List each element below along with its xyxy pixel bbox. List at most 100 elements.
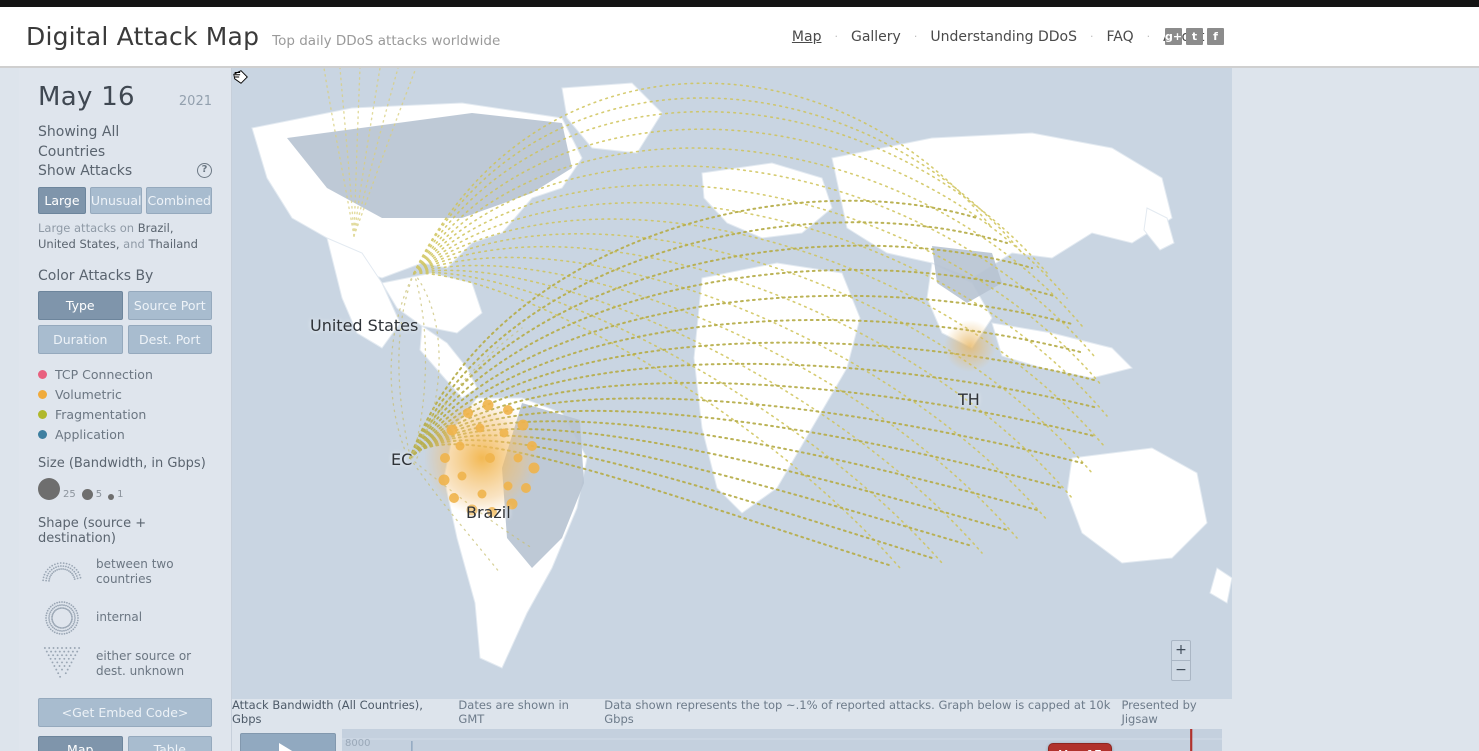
shape-legend-label: between two countries xyxy=(96,556,174,586)
nav-item-faq[interactable]: FAQ xyxy=(1093,29,1146,45)
note-middle: and xyxy=(119,237,149,252)
caption-gmt: Dates are shown in GMT xyxy=(458,698,569,726)
legend-color-swatch xyxy=(38,429,47,439)
view-mode-map[interactable]: Map xyxy=(38,735,123,751)
caption-metric: Attack Bandwidth (All Countries), Gbps xyxy=(232,698,423,726)
shape-legend-row: between two countries xyxy=(38,552,212,592)
shape-legend-row: internal xyxy=(38,598,212,638)
showing-countries-text: Showing All Countries xyxy=(38,122,212,163)
top-black-strip xyxy=(0,0,1479,7)
color-attacks-title: Color Attacks By xyxy=(38,267,154,284)
legend-item-fragmentation: Fragmentation xyxy=(38,407,212,422)
view-mode-group: Map Table xyxy=(38,735,212,751)
funnel-unknown-icon xyxy=(38,644,86,684)
size-bubble xyxy=(108,493,115,500)
timeline-date-tooltip: May 17 2021 xyxy=(1048,743,1112,751)
color-option-source-port[interactable]: Source Port xyxy=(127,290,212,320)
show-attacks-label: Show Attacks xyxy=(38,162,133,179)
legend-label: TCP Connection xyxy=(55,366,153,382)
nav-item-understanding-ddos[interactable]: Understanding DDoS xyxy=(917,29,1090,45)
current-date: May 16 xyxy=(38,82,135,112)
social-links: g+ t f xyxy=(1165,28,1224,45)
size-legend-item: 5 xyxy=(81,488,103,500)
site-header: Digital Attack Map Top daily DDoS attack… xyxy=(0,7,1479,68)
size-legend: 25 5 1 xyxy=(38,477,212,500)
legend-item-application: Application xyxy=(38,427,212,442)
legend-color-swatch xyxy=(38,369,47,379)
showing-line-1: Showing All xyxy=(38,124,120,140)
showing-line-2: Countries xyxy=(38,144,106,161)
brand[interactable]: Digital Attack Map Top daily DDoS attack… xyxy=(0,24,500,49)
timeline-controls: 8000600040002000 May 17 2021 xyxy=(232,725,1232,751)
map-label-th: TH xyxy=(958,390,980,409)
caption-disclaimer: Data shown represents the top ~.1% of re… xyxy=(604,698,1111,726)
legend-item-tcp-connection: TCP Connection xyxy=(38,367,212,382)
facebook-icon[interactable]: f xyxy=(1207,28,1224,45)
ring-internal-icon xyxy=(38,598,86,638)
attack-bandwidth-chart[interactable]: 8000600040002000 May 17 2021 xyxy=(342,729,1222,751)
size-legend-item: 1 xyxy=(108,489,123,500)
zoom-out-button[interactable]: − xyxy=(1172,661,1190,680)
legend-color-swatch xyxy=(38,389,47,399)
map-vector xyxy=(232,68,1232,699)
shape-legend-label: either source or dest. unknown xyxy=(96,648,192,678)
attack-filter-combined[interactable]: Combined xyxy=(146,186,212,214)
attack-filter-large[interactable]: Large xyxy=(38,186,86,214)
current-year: 2021 xyxy=(178,94,212,109)
legend-item-volumetric: Volumetric xyxy=(38,387,212,402)
size-bubble xyxy=(38,477,60,500)
map-label-ec: EC xyxy=(391,450,413,469)
chart-y-tick-label: 8000 xyxy=(345,738,371,749)
nav-item-map[interactable]: Map xyxy=(779,29,835,45)
control-sidebar: May 16 2021 Showing All Countries Show A… xyxy=(19,68,232,751)
date-header: May 16 2021 xyxy=(38,82,212,112)
thailand-attack-cluster xyxy=(944,320,996,372)
attack-type-legend: TCP Connection Volumetric Fragmentation App… xyxy=(38,367,212,442)
play-button[interactable] xyxy=(240,733,336,751)
shape-legend-title: Shape (source + destination) xyxy=(38,515,147,546)
note-prefix: Large attacks on xyxy=(38,220,138,235)
zoom-in-button[interactable]: + xyxy=(1172,641,1190,660)
color-option-group: Type Source Port Duration Dest. Port xyxy=(38,290,212,354)
size-legend-item: 25 xyxy=(38,477,76,500)
legend-color-swatch xyxy=(38,409,47,419)
map-zoom-controls: + − xyxy=(1171,640,1191,681)
size-bubble-value: 5 xyxy=(95,488,103,500)
attack-filter-unusual[interactable]: Unusual xyxy=(89,186,143,214)
map-label-united-states: United States xyxy=(310,316,419,335)
legend-label: Fragmentation xyxy=(55,406,147,422)
chart-caption-bar: Attack Bandwidth (All Countries), Gbps D… xyxy=(232,698,1232,726)
color-option-type[interactable]: Type xyxy=(38,290,123,320)
size-legend-title: Size (Bandwidth, in Gbps) xyxy=(38,455,206,471)
shape-legend-row: either source or dest. unknown xyxy=(38,644,212,684)
shape-legend: between two countries internal either sour… xyxy=(38,552,212,684)
size-bubble-value: 25 xyxy=(63,488,76,500)
site-tagline: Top daily DDoS attacks worldwide xyxy=(272,33,501,49)
size-bubble xyxy=(81,488,93,500)
large-attacks-note: Large attacks on Brazil, United States, … xyxy=(38,220,212,253)
nav-item-gallery[interactable]: Gallery xyxy=(838,29,914,45)
note-countries-b[interactable]: Thailand xyxy=(148,237,197,251)
color-option-dest-port[interactable]: Dest. Port xyxy=(127,324,212,354)
app-stage: May 16 2021 Showing All Countries Show A… xyxy=(0,68,1479,751)
view-mode-table[interactable]: Table xyxy=(127,735,212,751)
caption-presented-by: Presented by Jigsaw xyxy=(1121,698,1197,726)
site-title: Digital Attack Map xyxy=(26,22,260,51)
legend-label: Application xyxy=(55,426,125,442)
help-icon[interactable]: ? xyxy=(197,163,212,179)
map-label-brazil: Brazil xyxy=(466,503,511,522)
google-plus-icon[interactable]: g+ xyxy=(1165,28,1182,45)
size-bubble-value: 1 xyxy=(117,488,124,500)
color-option-duration[interactable]: Duration xyxy=(38,324,123,354)
arc-between-countries-icon xyxy=(38,552,86,592)
attack-filter-group: Large Unusual Combined xyxy=(38,186,212,214)
play-icon xyxy=(279,743,302,751)
main-nav: Map · Gallery · Understanding DDoS · FAQ · About… xyxy=(779,29,1221,45)
shape-legend-label: internal xyxy=(96,610,143,625)
show-attacks-row: Show Attacks ? xyxy=(38,163,212,179)
grab-hand-cursor xyxy=(233,70,248,84)
twitter-icon[interactable]: t xyxy=(1186,28,1203,45)
legend-label: Volumetric xyxy=(55,386,122,402)
attack-map[interactable]: United States EC Brazil TH + − xyxy=(232,68,1232,699)
get-embed-code-button[interactable]: <Get Embed Code> xyxy=(38,697,212,727)
